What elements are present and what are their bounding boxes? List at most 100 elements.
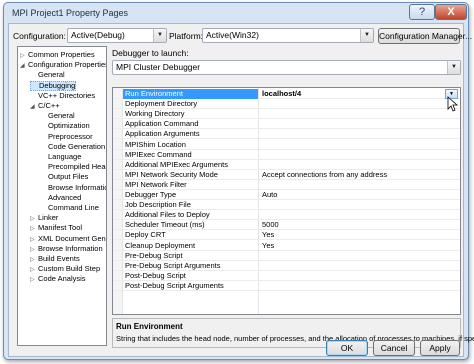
property-value[interactable]: Accept connections from any address bbox=[262, 170, 387, 180]
property-row[interactable]: Post-Debug Script bbox=[113, 271, 460, 281]
tree-item-label: Optimization bbox=[48, 121, 90, 131]
property-value[interactable]: 5000 bbox=[262, 220, 279, 230]
tree-item[interactable]: Language bbox=[40, 152, 81, 162]
tree-item[interactable]: ▷ Code Analysis bbox=[30, 274, 86, 284]
property-name: Additional MPIExec Arguments bbox=[125, 159, 228, 169]
tree-item[interactable]: VC++ Directories bbox=[30, 91, 95, 101]
close-button[interactable]: X bbox=[435, 4, 467, 20]
property-value[interactable]: Yes bbox=[262, 241, 274, 251]
platform-label: Platform: bbox=[169, 31, 204, 41]
property-name: Debugger Type bbox=[125, 190, 177, 199]
mouse-pointer-icon bbox=[447, 96, 459, 112]
title-bar[interactable]: MPI Project1 Property Pages ? X bbox=[4, 3, 468, 23]
tree-item[interactable]: ▷ Browse Information bbox=[30, 244, 103, 254]
platform-combo[interactable]: Active(Win32) ▼ bbox=[202, 28, 374, 43]
property-row[interactable]: Debugger Type Auto bbox=[113, 190, 460, 201]
tree-item[interactable]: ▷ Custom Build Step bbox=[30, 264, 100, 274]
tree-item-label: Preprocessor bbox=[48, 131, 93, 141]
property-name: Working Directory bbox=[125, 109, 185, 119]
tree-item-label: Configuration Properties bbox=[28, 60, 107, 70]
property-tree[interactable]: ▷ Common Properties ◢ Configuration Propert… bbox=[17, 46, 107, 346]
tree-item-label: Build Events bbox=[38, 254, 80, 263]
property-value[interactable]: Auto bbox=[262, 190, 277, 200]
tree-item[interactable]: Precompiled Headers bbox=[40, 162, 106, 172]
property-value[interactable]: localhost/4 bbox=[262, 89, 301, 99]
debugger-launch-label: Debugger to launch: bbox=[112, 48, 189, 58]
tree-item-label: Browse Information bbox=[48, 182, 107, 192]
property-row[interactable]: Scheduler Timeout (ms) 5000 bbox=[113, 220, 460, 231]
property-name: Cleanup Deployment bbox=[125, 240, 196, 250]
tree-item[interactable]: Command Line bbox=[40, 203, 99, 213]
property-row[interactable]: Pre-Debug Script Arguments bbox=[113, 261, 460, 271]
tree-item[interactable]: Optimization bbox=[40, 121, 90, 131]
property-row[interactable]: MPIExec Command bbox=[113, 150, 460, 160]
tree-item-label: Custom Build Step bbox=[38, 264, 101, 274]
property-name: Run Environment bbox=[125, 89, 183, 98]
tree-item[interactable]: ◢ Configuration Properties bbox=[20, 60, 107, 71]
description-title: Run Environment bbox=[116, 322, 183, 331]
property-name: Application Command bbox=[125, 119, 199, 129]
property-row[interactable]: Post-Debug Script Arguments bbox=[113, 281, 460, 291]
property-name: Scheduler Timeout (ms) bbox=[125, 220, 205, 230]
property-row[interactable]: Application Arguments bbox=[113, 129, 460, 140]
tree-item-label: VC++ Directories bbox=[38, 90, 96, 100]
tree-item[interactable]: Output Files bbox=[40, 172, 88, 182]
tree-item[interactable]: Browse Information bbox=[40, 182, 107, 193]
tree-item-label: Output Files bbox=[48, 172, 89, 182]
help-button[interactable]: ? bbox=[409, 4, 435, 20]
property-name: MPIShim Location bbox=[125, 139, 186, 149]
property-row[interactable]: MPI Network Security Mode Accept connecti… bbox=[113, 170, 460, 180]
debugger-value: MPI Cluster Debugger bbox=[116, 62, 201, 72]
tree-item-label: Common Properties bbox=[28, 50, 95, 59]
cancel-button[interactable]: Cancel bbox=[373, 340, 415, 356]
tree-item[interactable]: ▷ Manifest Tool bbox=[30, 223, 82, 233]
tree-item[interactable]: General bbox=[30, 70, 65, 80]
tree-item[interactable]: Advanced bbox=[40, 193, 81, 203]
tree-item[interactable]: Preprocessor bbox=[40, 132, 93, 142]
property-row[interactable]: Application Command bbox=[113, 119, 460, 130]
property-row[interactable]: Deploy CRT Yes bbox=[113, 230, 460, 241]
configuration-combo[interactable]: Active(Debug) ▼ bbox=[67, 28, 167, 43]
property-name: Post-Debug Script bbox=[125, 270, 186, 280]
tree-item-label: General bbox=[38, 70, 65, 80]
property-name: Post-Debug Script Arguments bbox=[125, 280, 224, 290]
property-row[interactable]: MPI Network Filter bbox=[113, 180, 460, 190]
tree-item[interactable]: ▷ Common Properties bbox=[20, 50, 95, 60]
property-value[interactable]: Yes bbox=[262, 230, 274, 240]
property-row[interactable]: Additional MPIExec Arguments bbox=[113, 160, 460, 170]
property-row[interactable]: Run Environment localhost/4 ▼ bbox=[113, 89, 460, 100]
debugger-combo[interactable]: MPI Cluster Debugger ▼ bbox=[112, 60, 461, 75]
configuration-manager-button[interactable]: Configuration Manager... bbox=[378, 28, 472, 44]
tree-item[interactable]: ▷ Linker bbox=[30, 213, 58, 223]
property-row[interactable]: Additional Files to Deploy bbox=[113, 210, 460, 221]
tree-item-label: Command Line bbox=[48, 203, 99, 212]
apply-button[interactable]: Apply bbox=[420, 340, 460, 356]
collapse-icon[interactable]: ◢ bbox=[30, 102, 38, 112]
property-row[interactable]: Deployment Directory bbox=[113, 99, 460, 110]
tree-item[interactable]: Debugging bbox=[30, 80, 77, 91]
tree-item-label: Advanced bbox=[48, 192, 82, 202]
property-name: MPI Network Filter bbox=[125, 179, 187, 189]
collapse-icon[interactable]: ◢ bbox=[20, 61, 28, 71]
property-row[interactable]: Cleanup Deployment Yes bbox=[113, 241, 460, 251]
property-name: Additional Files to Deploy bbox=[125, 210, 210, 220]
tree-item[interactable]: General bbox=[40, 111, 75, 121]
property-row[interactable]: Pre-Debug Script bbox=[113, 251, 460, 261]
chevron-down-icon: ▼ bbox=[153, 29, 166, 42]
property-name: MPI Network Security Mode bbox=[125, 169, 218, 179]
ok-button[interactable]: OK bbox=[326, 340, 368, 356]
property-name: MPIExec Command bbox=[125, 149, 192, 159]
tree-item[interactable]: ◢ C/C++ bbox=[30, 101, 60, 111]
tree-item-label: Precompiled Headers bbox=[48, 162, 106, 172]
property-name: Application Arguments bbox=[125, 129, 200, 139]
tree-item[interactable]: ▷ Build Events bbox=[30, 254, 80, 264]
property-row[interactable]: Working Directory bbox=[113, 109, 460, 120]
tree-item-label: General bbox=[48, 111, 75, 121]
expand-icon[interactable]: ▷ bbox=[30, 275, 38, 285]
property-row[interactable]: MPIShim Location bbox=[113, 140, 460, 150]
tree-item-label: Debugging bbox=[39, 80, 76, 90]
property-row[interactable]: Job Description File bbox=[113, 200, 460, 211]
tree-item[interactable]: Code Generation bbox=[40, 142, 105, 152]
tree-item-label: Linker bbox=[38, 213, 59, 223]
tree-item[interactable]: ▷XML Document Generator bbox=[30, 234, 106, 244]
